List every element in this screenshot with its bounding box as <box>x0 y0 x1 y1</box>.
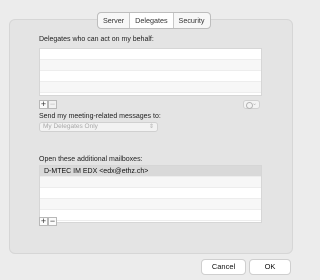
plus-icon: + <box>40 99 47 109</box>
delegates-list[interactable] <box>39 48 262 96</box>
list-item[interactable] <box>40 82 261 93</box>
cancel-button[interactable]: Cancel <box>201 259 246 275</box>
list-item[interactable] <box>40 188 261 199</box>
add-mailbox-button[interactable]: + <box>39 217 48 226</box>
remove-mailbox-button[interactable]: − <box>48 217 57 226</box>
meeting-messages-select[interactable]: My Delegates Only ⇕ <box>39 122 158 132</box>
meeting-messages-value: My Delegates Only <box>43 123 98 130</box>
chevron-updown-icon: ⇕ <box>148 124 154 130</box>
delegates-heading: Delegates who can act on my behalf: <box>39 36 154 43</box>
add-delegate-button[interactable]: + <box>39 100 48 109</box>
tab-security[interactable]: Security <box>174 13 210 28</box>
minus-icon: − <box>49 99 56 109</box>
tab-server[interactable]: Server <box>98 13 131 28</box>
list-item[interactable] <box>40 49 261 60</box>
list-item[interactable] <box>40 177 261 188</box>
delegate-actions-button[interactable]: ⌄ <box>243 100 260 109</box>
chevron-down-icon: ⌄ <box>251 101 257 107</box>
list-item[interactable] <box>40 199 261 210</box>
ok-button[interactable]: OK <box>249 259 291 275</box>
plus-icon: + <box>40 216 47 226</box>
mailboxes-heading: Open these additional mailboxes: <box>39 156 143 163</box>
remove-delegate-button[interactable]: − <box>48 100 57 109</box>
list-item[interactable] <box>40 60 261 71</box>
list-item[interactable] <box>40 71 261 82</box>
delegates-panel: Delegates who can act on my behalf: + − … <box>9 19 293 254</box>
mailboxes-list[interactable]: D-MTEC IM EDX <edx@ethz.ch> <box>39 165 262 223</box>
tab-delegates[interactable]: Delegates <box>130 13 174 28</box>
list-item[interactable]: D-MTEC IM EDX <edx@ethz.ch> <box>40 166 261 177</box>
meeting-messages-label: Send my meeting-related messages to: <box>39 113 161 120</box>
list-item[interactable] <box>40 210 261 221</box>
minus-icon: − <box>49 216 56 226</box>
tab-bar: Server Delegates Security <box>97 12 211 29</box>
